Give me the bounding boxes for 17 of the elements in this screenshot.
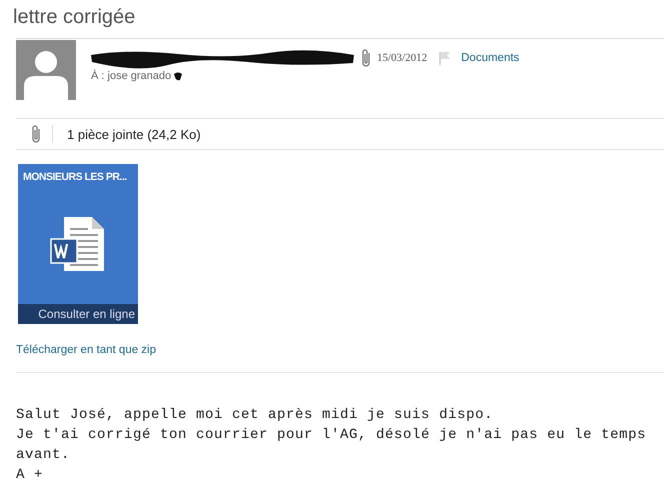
attachment-tile[interactable]: MONSIEURS LES PR... Consulter en ligne	[18, 164, 138, 324]
download-zip-link[interactable]: Télécharger en tant que zip	[16, 344, 156, 356]
recipient-text: À : jose granado	[91, 70, 172, 82]
folder-link[interactable]: Documents	[461, 52, 520, 64]
avatar-icon	[16, 40, 76, 100]
redaction-mark	[173, 71, 184, 81]
message-text: Je t'ai corrigé ton courrier pour l'AG, désolé je n'ai pas eu le temps avant.	[16, 426, 648, 465]
message-date: 15/03/2012	[377, 52, 428, 64]
word-document-icon	[50, 214, 106, 272]
file-name: MONSIEURS LES PR...	[23, 171, 127, 183]
message-text: A +	[16, 466, 44, 485]
paperclip-icon	[30, 125, 42, 143]
flag-icon	[439, 51, 452, 65]
message-text: Salut José, appelle moi cet après midi je suis dispo.	[16, 406, 494, 425]
view-online-link[interactable]: Consulter en ligne	[18, 304, 138, 324]
attachment-summary: 1 pièce jointe (24,2 Ko)	[67, 126, 201, 142]
email-subject: lettre corrigée	[13, 6, 136, 30]
